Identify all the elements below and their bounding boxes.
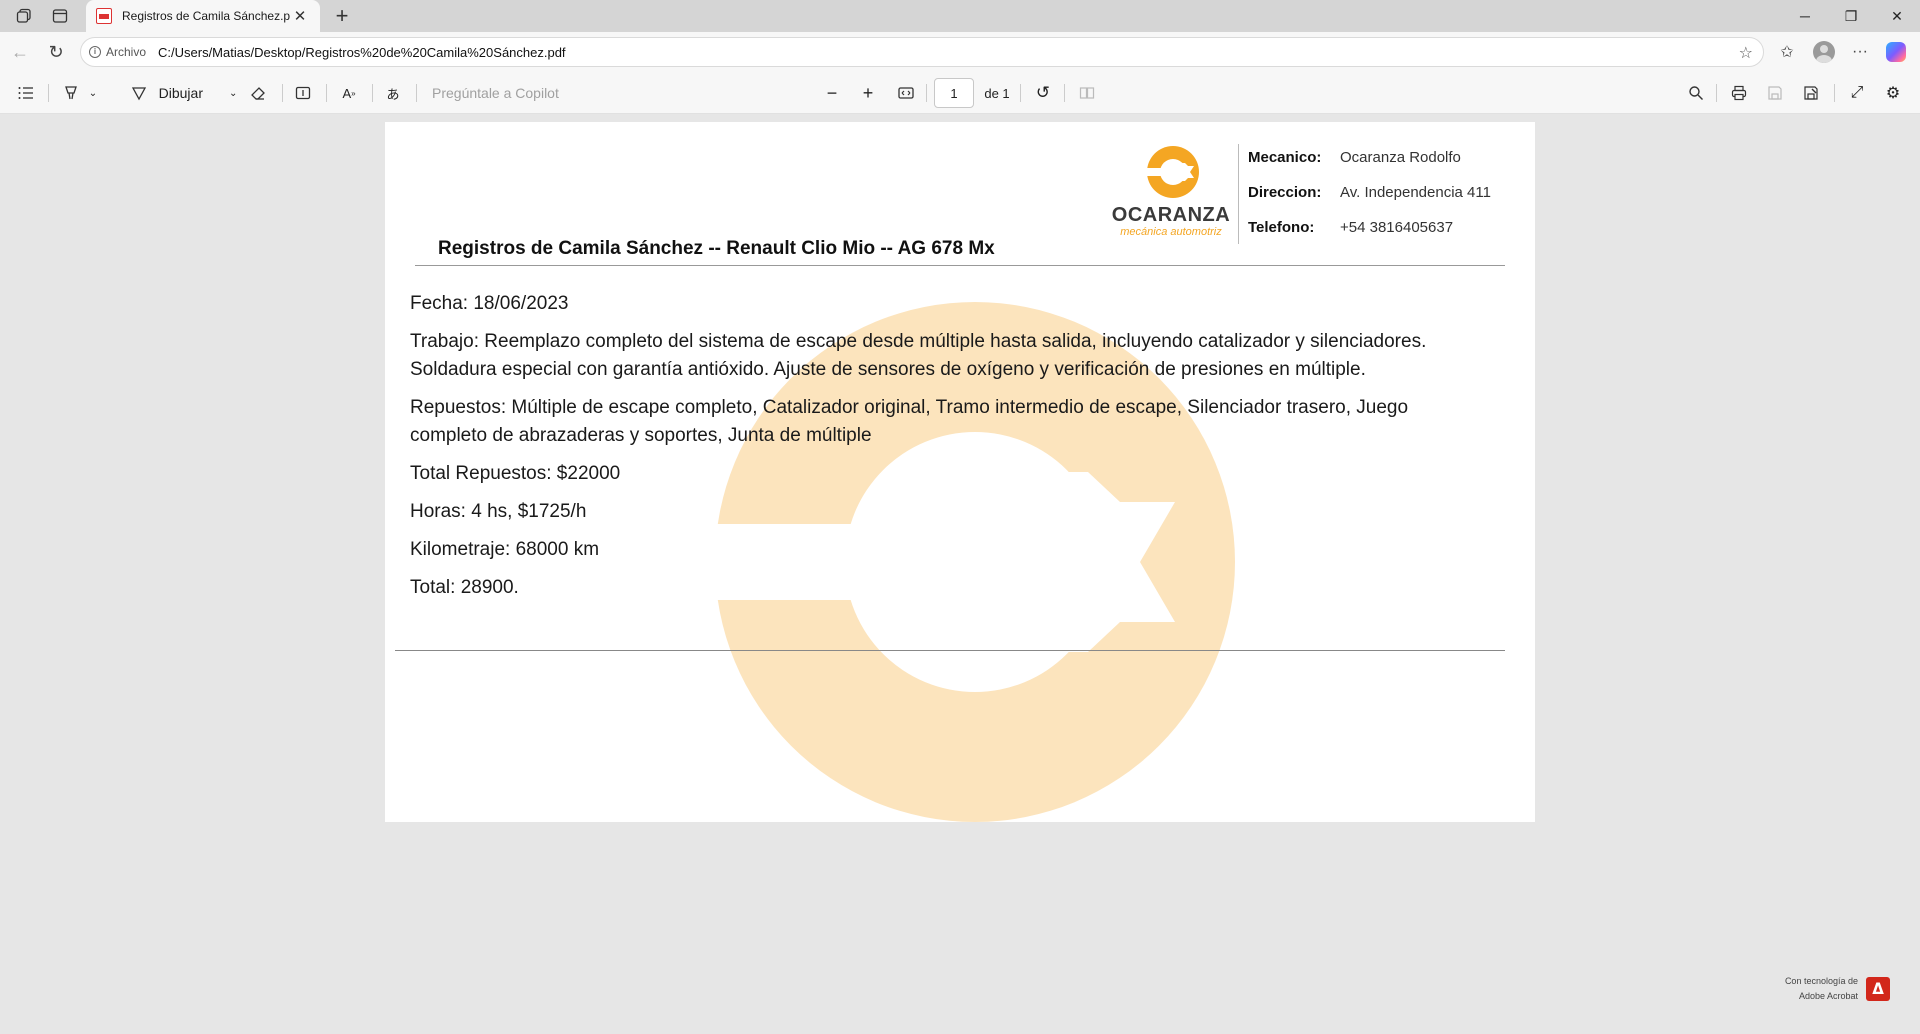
eraser-icon[interactable] <box>246 72 270 114</box>
site-label: Archivo <box>106 45 147 59</box>
bottom-rule <box>395 650 1505 651</box>
tab-actions-icon[interactable] <box>42 0 78 32</box>
favorites-icon[interactable]: ✩ <box>1771 36 1803 68</box>
copilot-icon[interactable] <box>1880 36 1912 68</box>
address-bar-row: ← ↻ i Archivo C:/Users/Matias/Desktop/Re… <box>0 32 1920 72</box>
save-icon[interactable] <box>1762 72 1788 114</box>
back-icon[interactable]: ← <box>4 36 36 68</box>
rotate-icon[interactable]: ↺ <box>1030 72 1056 114</box>
document-title: Registros de Camila Sánchez -- Renault C… <box>438 238 995 259</box>
title-bar: Registros de Camila Sánchez.pdf ✕ + ─ ❐ … <box>0 0 1920 32</box>
text-box-icon[interactable] <box>290 72 316 114</box>
logo-tagline: mecánica automotriz <box>1120 226 1222 238</box>
logo-name: OCARANZA <box>1111 204 1231 226</box>
draw-button[interactable]: Dibujar ⌄ <box>126 72 242 114</box>
powered-by-line2: Adobe Acrobat <box>1798 991 1858 1001</box>
info-label: Telefono: <box>1248 219 1315 236</box>
address-bar[interactable]: i Archivo C:/Users/Matias/Desktop/Regist… <box>80 37 1764 67</box>
pdf-viewer[interactable]: OCARANZA mecánica automotriz Mecanico: O… <box>0 114 1920 1034</box>
zoom-out-icon[interactable]: − <box>820 72 844 114</box>
more-menu-icon[interactable]: ··· <box>1844 36 1876 68</box>
powered-by-line1: Con tecnología de <box>1784 976 1858 986</box>
refresh-icon[interactable]: ↻ <box>40 36 72 68</box>
record-total: Total: 28900. <box>410 577 519 598</box>
copilot-ask-input[interactable]: Pregúntale a Copilot <box>432 72 582 114</box>
mechanic-info: Mecanico: Ocaranza Rodolfo Direccion: Av… <box>1248 140 1491 245</box>
pdf-toolbar: ⌄ Dibujar ⌄ A» あ Pregúntale a Copilot − … <box>0 72 1920 114</box>
pdf-file-icon <box>96 8 112 24</box>
record-kilometraje: Kilometraje: 68000 km <box>410 539 600 560</box>
close-tab-icon[interactable]: ✕ <box>290 7 310 25</box>
chevron-down-icon[interactable]: ⌄ <box>89 88 97 99</box>
restore-button[interactable]: ❐ <box>1828 0 1874 32</box>
header-divider <box>1238 144 1239 244</box>
profile-avatar[interactable] <box>1808 36 1840 68</box>
url-text[interactable]: C:/Users/Matias/Desktop/Registros%20de%2… <box>158 45 566 60</box>
highlight-button[interactable]: ⌄ <box>56 72 104 114</box>
site-info-chip[interactable]: i Archivo <box>89 45 146 59</box>
adobe-acrobat-badge: Con tecnología de Adobe Acrobat ᐃ <box>1785 974 1890 1004</box>
minimize-button[interactable]: ─ <box>1782 0 1828 32</box>
chevron-down-icon[interactable]: ⌄ <box>229 88 237 99</box>
zoom-in-icon[interactable]: + <box>856 72 880 114</box>
settings-gear-icon[interactable]: ⚙ <box>1880 72 1906 114</box>
info-label: Direccion: <box>1248 184 1322 201</box>
draw-label: Dibujar <box>158 85 203 101</box>
record-fecha: Fecha: 18/06/2023 <box>410 293 569 314</box>
tab-title: Registros de Camila Sánchez.pdf <box>122 9 290 23</box>
workspaces-icon[interactable] <box>6 0 42 32</box>
tab-active[interactable]: Registros de Camila Sánchez.pdf ✕ <box>86 0 320 32</box>
info-value: +54 3816405637 <box>1340 219 1454 236</box>
info-icon: i <box>89 46 101 58</box>
record-body: Fecha: 18/06/2023 Trabajo: Reemplazo com… <box>410 290 1430 612</box>
page-view-icon[interactable] <box>1074 72 1100 114</box>
record-total-repuestos: Total Repuestos: $22000 <box>410 463 621 484</box>
close-window-button[interactable]: ✕ <box>1874 0 1920 32</box>
record-repuestos: Repuestos: Múltiple de escape completo, … <box>410 397 1409 446</box>
info-label: Mecanico: <box>1248 149 1322 166</box>
save-as-icon[interactable] <box>1798 72 1824 114</box>
new-tab-button[interactable]: + <box>326 0 358 32</box>
adobe-acrobat-icon: ᐃ <box>1866 977 1890 1001</box>
read-aloud-icon[interactable]: A» <box>336 72 362 114</box>
page-total: de 1 <box>984 85 1010 101</box>
search-icon[interactable] <box>1684 72 1708 114</box>
info-row-telefono: Telefono: +54 3816405637 <box>1248 210 1491 245</box>
favorite-star-icon[interactable]: ☆ <box>1739 43 1753 63</box>
pdf-page: OCARANZA mecánica automotriz Mecanico: O… <box>385 122 1535 822</box>
contents-icon[interactable] <box>12 72 40 114</box>
info-row-direccion: Direccion: Av. Independencia 411 <box>1248 175 1491 210</box>
wrench-logo-icon <box>1147 146 1199 198</box>
print-icon[interactable] <box>1726 72 1752 114</box>
fullscreen-icon[interactable]: ⤢ <box>1844 72 1870 114</box>
record-horas: Horas: 4 hs, $1725/h <box>410 501 587 522</box>
info-value: Av. Independencia 411 <box>1340 184 1491 201</box>
info-row-mecanico: Mecanico: Ocaranza Rodolfo <box>1248 140 1491 175</box>
title-rule <box>415 265 1505 266</box>
fit-page-icon[interactable] <box>892 72 920 114</box>
info-value: Ocaranza Rodolfo <box>1340 149 1461 166</box>
record-trabajo: Trabajo: Reemplazo completo del sistema … <box>410 331 1427 380</box>
page-number-input[interactable]: 1 <box>934 72 974 114</box>
translate-icon[interactable]: あ <box>380 72 406 114</box>
